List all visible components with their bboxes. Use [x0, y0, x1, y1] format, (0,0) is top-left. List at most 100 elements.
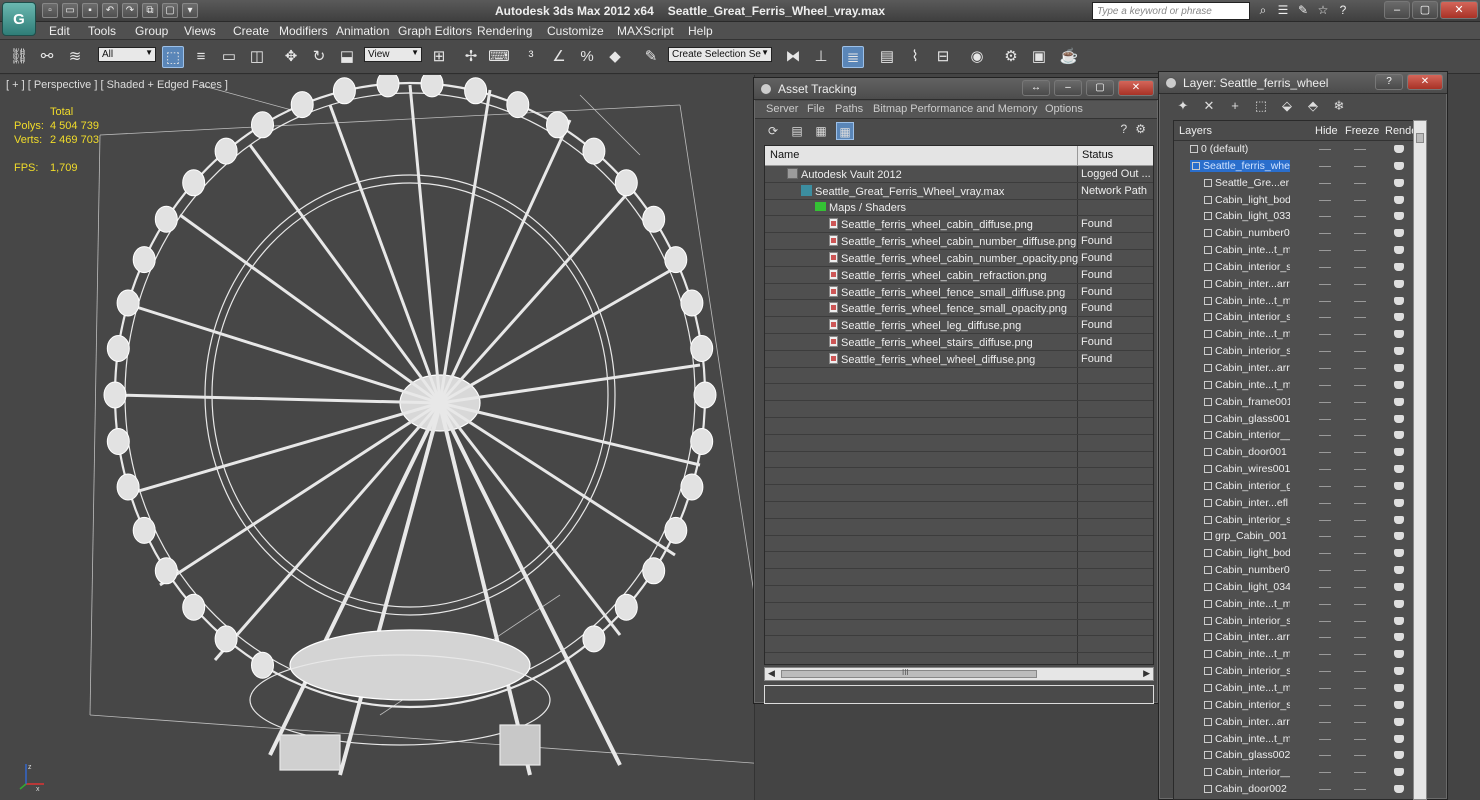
hide-toggle[interactable] [1319, 367, 1331, 369]
at-menu-paths[interactable]: Paths [835, 103, 863, 115]
layer-row[interactable]: Cabin_inte...t_m [1174, 242, 1426, 259]
freeze-toggle[interactable] [1354, 384, 1366, 386]
layer-row[interactable]: Seattle_ferris_whee [1174, 158, 1426, 175]
asset-row[interactable] [765, 434, 1153, 452]
angle-snap-icon[interactable]: ∠ [548, 46, 570, 68]
layer-row[interactable]: Seattle_Gre...er [1174, 175, 1426, 192]
hide-toggle[interactable] [1319, 216, 1331, 218]
hide-toggle[interactable] [1319, 671, 1331, 673]
new-file-icon[interactable]: ▫ [42, 3, 58, 18]
layer-row[interactable]: Cabin_inte...t_m [1174, 326, 1426, 343]
asset-row[interactable] [765, 401, 1153, 418]
render-teapot-icon[interactable] [1394, 279, 1404, 288]
asset-row[interactable]: Seattle_ferris_wheel_wheel_diffuse.png Fo… [765, 350, 1153, 368]
col-freeze-header[interactable]: Freeze [1345, 125, 1379, 137]
freeze-toggle[interactable] [1354, 149, 1366, 150]
col-name-header[interactable]: Name [770, 149, 799, 161]
at-menu-options[interactable]: Options [1045, 103, 1083, 115]
render-teapot-icon[interactable] [1394, 229, 1404, 238]
freeze-toggle[interactable] [1354, 772, 1366, 774]
layer-row[interactable]: Cabin_interior_g [1174, 478, 1426, 495]
hide-toggle[interactable] [1319, 738, 1331, 740]
asset-row[interactable] [765, 384, 1153, 402]
asset-row[interactable] [765, 451, 1153, 469]
layer-row[interactable]: Cabin_interior_sc [1174, 343, 1426, 360]
about-icon[interactable]: ⚙ [1135, 122, 1146, 136]
render-teapot-icon[interactable] [1394, 465, 1404, 474]
hide-toggle[interactable] [1319, 704, 1331, 706]
mirror-icon[interactable]: ⧓ [782, 46, 804, 68]
layer-row[interactable]: Cabin_frame001 [1174, 394, 1426, 411]
layer-row[interactable]: Cabin_inter...arr [1174, 629, 1426, 646]
at-menu-file[interactable]: File [807, 103, 825, 115]
render-teapot-icon[interactable] [1394, 431, 1404, 440]
render-teapot-icon[interactable] [1394, 380, 1404, 389]
freeze-toggle[interactable] [1354, 283, 1366, 285]
hide-toggle[interactable] [1319, 603, 1331, 605]
render-teapot-icon[interactable] [1394, 212, 1404, 221]
asset-row[interactable]: Maps / Shaders [765, 199, 1153, 217]
render-teapot-icon[interactable] [1394, 195, 1404, 204]
render-teapot-icon[interactable] [1394, 532, 1404, 541]
layer-row[interactable]: Cabin_interior_sc [1174, 697, 1426, 714]
render-teapot-icon[interactable] [1394, 515, 1404, 524]
align-icon[interactable]: ⊥ [810, 46, 832, 68]
layer-close-button[interactable]: ✕ [1407, 74, 1443, 90]
freeze-toggle[interactable] [1354, 367, 1366, 369]
hide-toggle[interactable] [1319, 772, 1331, 774]
percent-snap-icon[interactable]: % [576, 46, 598, 68]
asset-horizontal-scrollbar[interactable]: ◀ III ▶ [764, 667, 1154, 681]
layer-row[interactable]: Cabin_door002 [1174, 781, 1426, 798]
rectangular-selection-icon[interactable]: ▭ [218, 46, 240, 68]
layer-row[interactable]: grp_Cabin_001 [1174, 528, 1426, 545]
menu-animation[interactable]: Animation [336, 24, 389, 38]
save-icon[interactable]: ▪ [82, 3, 98, 18]
asset-row[interactable] [765, 569, 1153, 586]
menu-maxscript[interactable]: MAXScript [617, 24, 674, 38]
layer-row[interactable]: Cabin_interior__ [1174, 427, 1426, 444]
hide-toggle[interactable] [1319, 620, 1331, 622]
freeze-toggle[interactable] [1354, 586, 1366, 588]
col-status-header[interactable]: Status [1082, 149, 1113, 161]
at-menu-server[interactable]: Server [766, 103, 798, 115]
table-view-icon[interactable]: ▦ [836, 122, 854, 140]
render-teapot-icon[interactable] [1394, 246, 1404, 255]
layer-row[interactable]: Cabin_inte...t_m [1174, 293, 1426, 310]
hide-toggle[interactable] [1319, 401, 1331, 403]
asset-row[interactable]: Seattle_ferris_wheel_stairs_diffuse.png F… [765, 333, 1153, 351]
freeze-toggle[interactable] [1354, 401, 1366, 403]
hide-toggle[interactable] [1319, 452, 1331, 454]
hide-toggle[interactable] [1319, 502, 1331, 504]
layer-row[interactable]: Cabin_inter...arr [1174, 714, 1426, 731]
layer-row[interactable]: Cabin_inte...t_m [1174, 646, 1426, 663]
add-to-layer-icon[interactable]: + [1227, 98, 1243, 114]
hide-toggle[interactable] [1319, 182, 1331, 184]
layer-row[interactable]: Cabin_interior_sc [1174, 613, 1426, 630]
asset-row[interactable]: Seattle_ferris_wheel_cabin_number_diffus… [765, 233, 1153, 250]
layer-row[interactable]: 0 (default) [1174, 141, 1426, 158]
help-question-icon[interactable]: ? [1121, 122, 1128, 136]
select-and-scale-icon[interactable]: ⬓ [336, 46, 358, 68]
render-teapot-icon[interactable] [1394, 414, 1404, 423]
asset-tracking-titlebar[interactable]: Asset Tracking ↔ – ▢ ✕ [754, 78, 1158, 100]
freeze-toggle[interactable] [1354, 654, 1366, 656]
hide-toggle[interactable] [1319, 266, 1331, 268]
render-teapot-icon[interactable] [1394, 313, 1404, 322]
render-teapot-icon[interactable] [1394, 650, 1404, 659]
bind-to-space-warp-icon[interactable]: ≋ [64, 46, 86, 68]
curve-editor-icon[interactable]: ⌇ [904, 46, 926, 68]
highlight-selected-icon[interactable]: ⬙ [1279, 98, 1295, 114]
create-new-layer-icon[interactable]: ✦ [1175, 98, 1191, 114]
asset-minimize-button[interactable]: – [1054, 80, 1082, 96]
rendered-frame-window-icon[interactable]: ▣ [1028, 46, 1050, 68]
asset-row[interactable]: Seattle_ferris_wheel_cabin_refraction.pn… [765, 266, 1153, 284]
hide-toggle[interactable] [1319, 233, 1331, 235]
named-selection-sets-dropdown[interactable]: Create Selection Se ▼ [668, 47, 772, 62]
render-production-icon[interactable]: ☕ [1058, 46, 1080, 68]
layer-row[interactable]: Cabin_glass001 [1174, 411, 1426, 428]
freeze-toggle[interactable] [1354, 755, 1366, 757]
freeze-toggle[interactable] [1354, 418, 1366, 420]
asset-row[interactable] [765, 367, 1153, 385]
maximize-button[interactable]: ▢ [1412, 1, 1438, 19]
layer-row[interactable]: Cabin_inte...t_m [1174, 680, 1426, 697]
